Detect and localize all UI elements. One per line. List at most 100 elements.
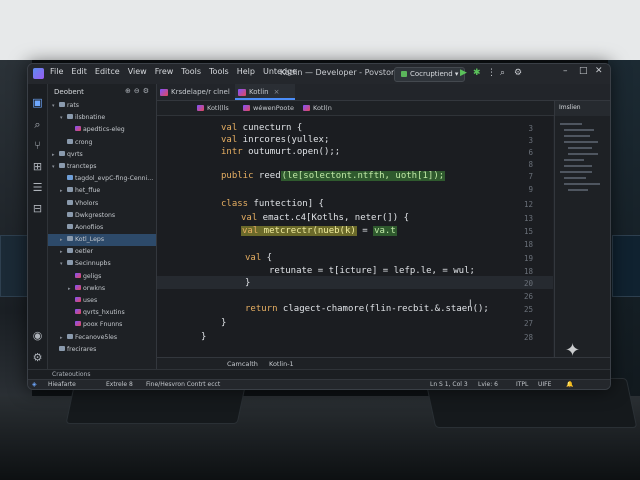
tree-item[interactable]: ▾ trancteps — [48, 161, 156, 173]
menu-item-editce[interactable]: Editce — [95, 67, 120, 76]
status-bar: ◈ Hieafarte Extrele 8 Fine/Hesvron Contr… — [28, 379, 610, 389]
status-item-hieafarte[interactable]: Hieafarte — [48, 381, 76, 388]
tree-item[interactable]: geligs — [48, 271, 156, 283]
chevron-down-icon[interactable]: ▾ — [60, 258, 67, 270]
chevron-right-icon[interactable]: ▸ — [52, 149, 59, 161]
menu-item-view[interactable]: View — [128, 67, 147, 76]
line-number: 12 — [523, 200, 533, 209]
vcs-icon[interactable]: ⑂ — [31, 139, 44, 152]
close-tab-icon[interactable]: × — [274, 88, 280, 96]
tree-item[interactable]: uses — [48, 295, 156, 307]
chevron-right-icon[interactable]: ▸ — [60, 234, 67, 246]
chevron-right-icon[interactable]: ▸ — [60, 185, 67, 197]
run-config-selector[interactable]: Cocruptiend ▾ — [394, 67, 466, 82]
status-line-info[interactable]: Lvie: 6 — [478, 381, 498, 388]
search-icon[interactable]: ⌕ — [31, 118, 44, 131]
project-panel-actions[interactable]: ⊕⊖⚙ — [125, 87, 152, 95]
code-line[interactable]: class funtection] { — [221, 199, 324, 209]
code-line[interactable]: public reed(le[solectont.ntfth, uoth[1])… — [221, 171, 446, 181]
menu-item-tools[interactable]: Tools — [181, 67, 201, 76]
tree-item[interactable]: Vholors — [48, 198, 156, 210]
tree-item[interactable]: Dwkgrestons — [48, 210, 156, 222]
menu-item-edit[interactable]: Edit — [71, 67, 87, 76]
notifications-icon[interactable]: 🔔 — [566, 381, 573, 388]
menu-item-tools-2[interactable]: Tools — [209, 67, 229, 76]
tree-item[interactable]: apedtics-eleg — [48, 124, 156, 136]
tab-kotlin[interactable]: Kotlin × — [235, 84, 295, 100]
subtab-kotl-n[interactable]: Kotl(n — [301, 101, 332, 115]
chevron-right-icon[interactable]: ▸ — [68, 283, 75, 295]
code-line[interactable]: intr outumurt.open();; — [221, 147, 340, 157]
status-item-extrele[interactable]: Extrele 8 — [106, 381, 133, 388]
tree-item[interactable]: ▸ qvrts — [48, 149, 156, 161]
line-number: 6 — [528, 148, 533, 157]
minimize-icon[interactable]: – — [563, 66, 568, 76]
code-line[interactable]: } — [201, 332, 206, 342]
chevron-down-icon[interactable]: ▾ — [52, 100, 59, 112]
tree-item[interactable]: Aonofiios — [48, 222, 156, 234]
tree-item[interactable]: ▸ Kotl_Leps — [48, 234, 156, 247]
code-line[interactable]: val emact.c4[Kotlhs, neter(]) { — [241, 213, 409, 223]
code-line[interactable]: } — [245, 278, 250, 288]
run-icon[interactable]: ▶ — [460, 67, 467, 80]
line-number: 18 — [523, 267, 533, 276]
code-line[interactable]: val cunecturn { — [221, 123, 302, 133]
tree-item-label: rats — [67, 102, 79, 109]
code-line[interactable]: val inrcores(yullex; — [221, 135, 329, 145]
search-everywhere-icon[interactable]: ⌕ — [500, 67, 505, 80]
code-line[interactable]: val { — [245, 253, 272, 263]
line-number: 8 — [528, 160, 533, 169]
tree-item[interactable]: ▸ oetler — [48, 246, 156, 258]
line-number: 18 — [523, 240, 533, 249]
settings-icon[interactable]: ⚙ — [514, 67, 522, 80]
line-number: 28 — [523, 333, 533, 342]
kotlin-file-icon — [75, 321, 81, 327]
tree-item[interactable]: ▸ het_ffue — [48, 185, 156, 197]
tree-item[interactable]: qvrts_hxutins — [48, 307, 156, 319]
code-line[interactable]: val metcrectr(nueb(k) = va.t — [241, 226, 397, 236]
status-caret-position[interactable]: Ln S 1, Col 3 — [430, 381, 468, 388]
debug-icon[interactable]: ✱ — [473, 67, 481, 80]
chevron-down-icon[interactable]: ▾ — [52, 161, 59, 173]
menu-item-frew[interactable]: Frew — [155, 67, 174, 76]
structure-icon[interactable]: ⊞ — [31, 160, 44, 173]
status-encoding[interactable]: ITPL — [516, 381, 528, 388]
status-eol[interactable]: UIFE — [538, 381, 551, 388]
account-icon[interactable]: ◉ — [31, 329, 44, 342]
project-tool-icon[interactable]: ▣ — [31, 96, 44, 109]
maximize-icon[interactable]: □ — [579, 66, 588, 76]
grid-icon[interactable]: ⊟ — [31, 202, 44, 215]
tree-item[interactable]: poox Fnunns — [48, 319, 156, 331]
folder-icon — [59, 102, 65, 107]
chevron-down-icon[interactable]: ▾ — [60, 112, 67, 124]
tree-item[interactable]: ▾ ilsbnatine — [48, 112, 156, 124]
tree-item[interactable]: ▸ Fecanove5les — [48, 332, 156, 344]
close-icon[interactable]: ✕ — [595, 66, 603, 76]
code-line[interactable]: return clagect-chamore(flin-recbit.&.sta… — [245, 304, 489, 314]
chevron-right-icon[interactable]: ▸ — [60, 246, 67, 258]
profile-icon[interactable]: ⋮ — [487, 67, 496, 80]
tree-item[interactable]: frecirares — [48, 344, 156, 356]
warning-icon[interactable]: ◈ — [32, 381, 37, 388]
tree-item[interactable]: ▾ Secinnupbs — [48, 258, 156, 270]
tree-item-label: frecirares — [67, 345, 97, 353]
gear-icon[interactable]: ⚙ — [31, 351, 44, 364]
code-line[interactable]: retunate = t[icture] = lefp.le, = wul; — [269, 266, 475, 276]
subtab-wewenpoote[interactable]: wéwenPoote — [241, 101, 294, 115]
tree-item-label: poox Fnunns — [83, 321, 123, 329]
bookmarks-icon[interactable]: ☰ — [31, 181, 44, 194]
subtab-kotl-lls[interactable]: Kotl(lls — [195, 101, 229, 115]
tree-item[interactable]: crong — [48, 137, 156, 149]
tree-item[interactable]: ▾ rats — [48, 100, 156, 112]
tree-item[interactable]: tagdol_evpC-fing-Cenni... — [48, 173, 156, 185]
line-number: 20 — [523, 279, 533, 288]
menu-item-help[interactable]: Help — [237, 67, 255, 76]
tree-item[interactable]: ▸ orwkns — [48, 283, 156, 295]
chevron-right-icon[interactable]: ▸ — [60, 332, 67, 344]
code-line[interactable]: } — [221, 318, 226, 328]
outline-line — [568, 189, 588, 191]
title-bar: File Edit Editce View Frew Tools Tools H… — [28, 64, 610, 85]
code-editor[interactable]: 3 val cunecturn {3 val inrcores(yullex; 6 in… — [157, 116, 553, 369]
menu-item-file[interactable]: File — [50, 67, 63, 76]
kotlin-file-icon — [75, 297, 81, 302]
